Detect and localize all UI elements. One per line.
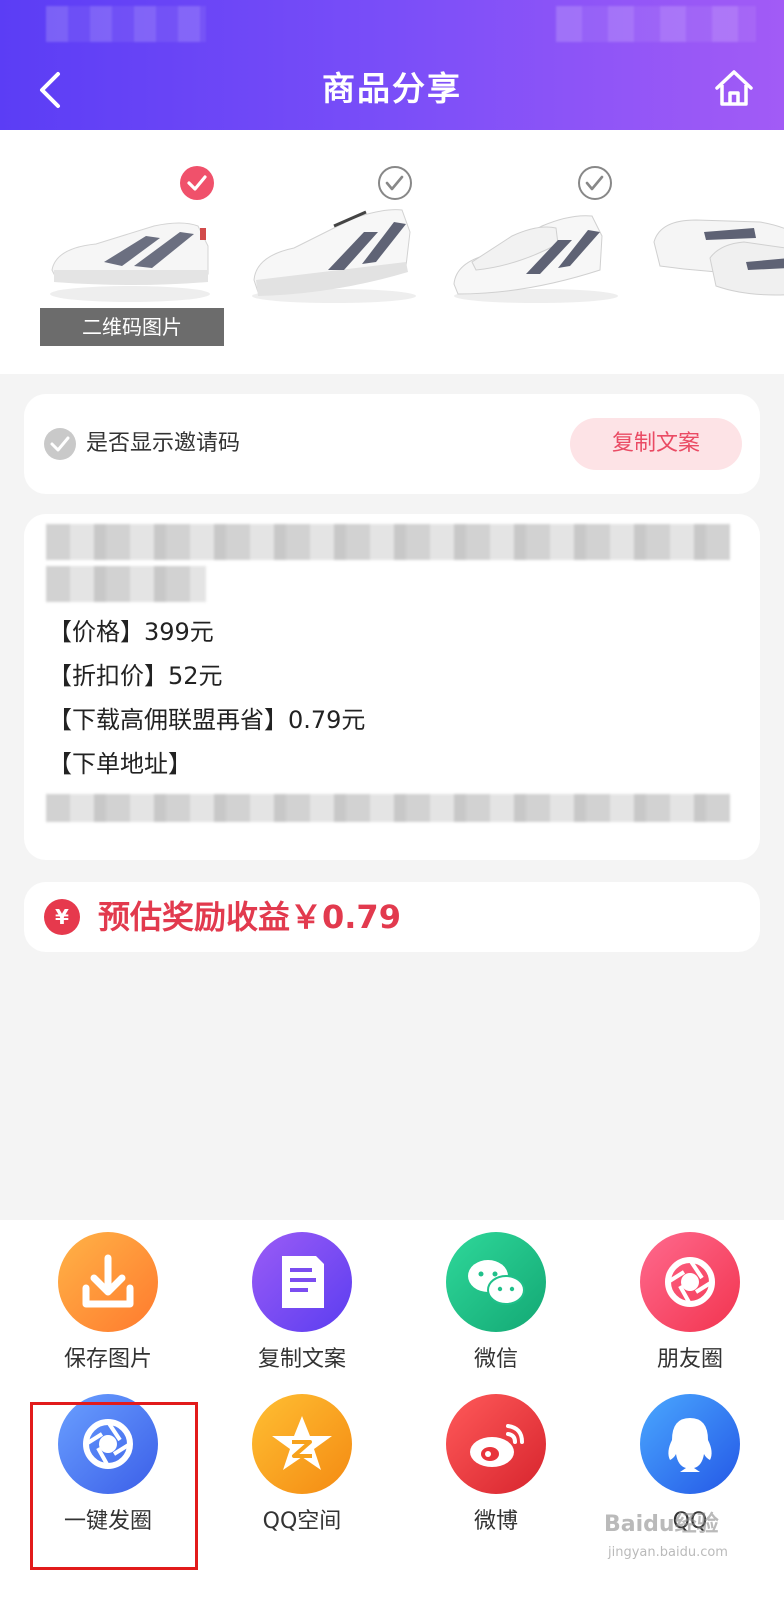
watermark: Baidu经验 [604,1512,719,1537]
qq-icon [640,1394,740,1494]
invite-code-card: 是否显示邀请码 复制文案 [24,394,760,494]
share-label: 微博 [473,1509,518,1534]
product-image-strip: 二维码图片 [0,130,784,374]
selected-check-icon[interactable] [180,166,214,200]
share-qzone[interactable]: QQ空间 [222,1394,382,1544]
share-weibo[interactable]: 微博 [416,1394,576,1544]
highlight-annotation-box [30,1402,198,1570]
qzone-icon [252,1394,352,1494]
share-wechat[interactable]: 微信 [416,1232,576,1382]
wechat-icon [446,1232,546,1332]
invite-code-label[interactable]: 是否显示邀请码 [86,426,240,462]
share-save-image[interactable]: 保存图片 [28,1232,188,1382]
unselected-check-icon[interactable] [578,166,612,200]
product-thumbnail[interactable] [650,166,784,306]
share-label: 复制文案 [257,1347,346,1372]
document-icon [252,1232,352,1332]
unselected-check-icon[interactable] [378,166,412,200]
share-text-card: 【价格】399元 【折扣价】52元 【下载高佣联盟再省】0.79元 【下单地址】 [24,514,760,860]
redacted-text [46,566,206,602]
moments-icon [640,1232,740,1332]
share-label: 保存图片 [63,1347,152,1372]
redacted-text [46,794,730,822]
estimated-reward-card: ¥ 预估奖励收益￥0.79 [24,882,760,952]
discount-price-line: 【折扣价】52元 [48,662,223,690]
invite-toggle-check-icon[interactable] [44,428,76,460]
qr-image-label: 二维码图片 [40,308,224,346]
estimated-reward-text: 预估奖励收益￥0.79 [98,898,401,936]
order-url-line: 【下单地址】 [48,750,192,778]
copy-text-button[interactable]: 复制文案 [570,418,742,470]
share-moments[interactable]: 朋友圈 [610,1232,770,1382]
weibo-icon [446,1394,546,1494]
share-label: 微信 [473,1347,518,1372]
status-bar-blur [46,6,206,42]
redacted-text [46,524,730,560]
page-title: 商品分享 [322,69,462,108]
yuan-coin-icon: ¥ [44,899,80,935]
download-icon [58,1232,158,1332]
watermark-url: jingyan.baidu.com [608,1545,728,1560]
share-label: 朋友圈 [656,1347,723,1372]
home-icon[interactable] [712,66,756,110]
status-bar-blur [556,6,756,42]
header-bar: 商品分享 [0,0,784,130]
savings-line: 【下载高佣联盟再省】0.79元 [48,706,366,734]
share-copy-text[interactable]: 复制文案 [222,1232,382,1382]
price-line: 【价格】399元 [48,618,214,646]
share-label: QQ空间 [262,1509,342,1534]
